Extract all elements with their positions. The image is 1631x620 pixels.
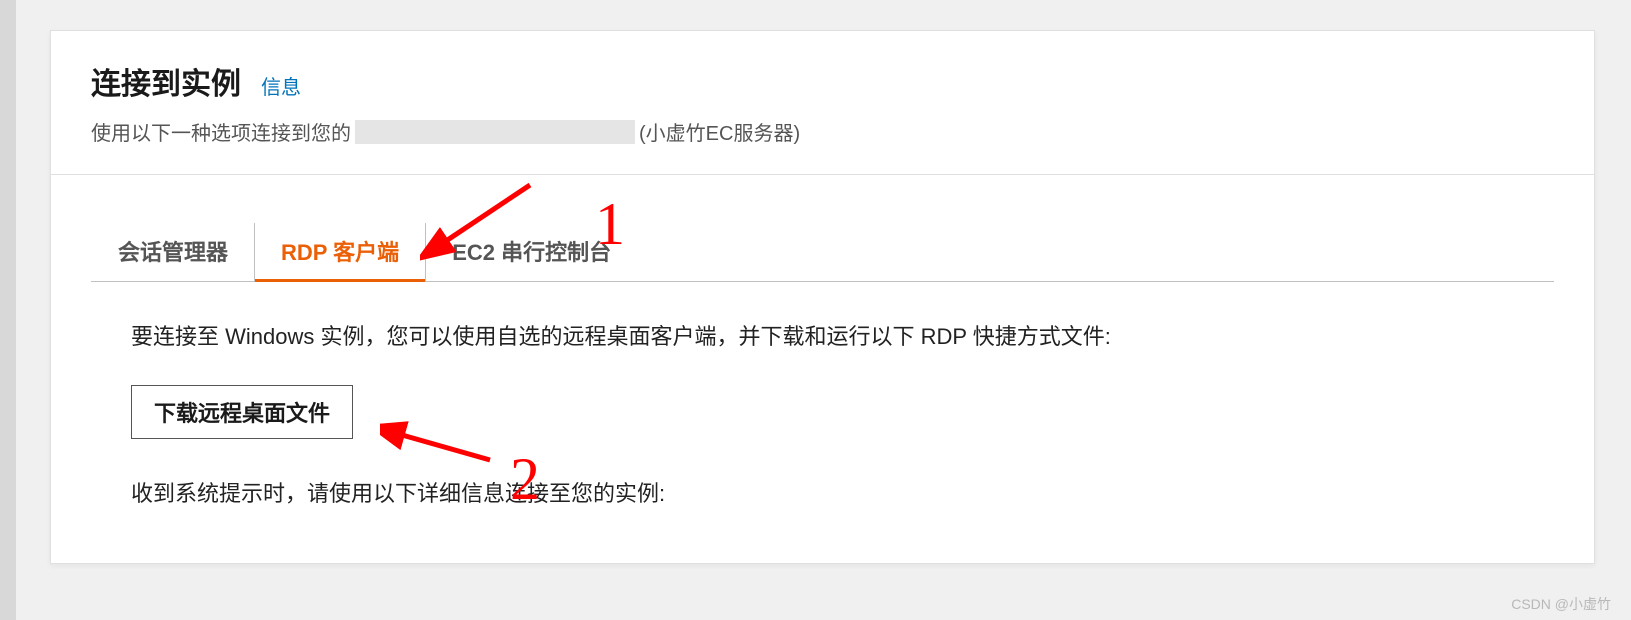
- panel-header: 连接到实例 信息 使用以下一种选项连接到您的 (小虚竹EC服务器): [51, 31, 1594, 174]
- download-rdp-button[interactable]: 下载远程桌面文件: [131, 385, 353, 439]
- tab-content: 要连接至 Windows 实例，您可以使用自选的远程桌面客户端，并下载和运行以下…: [91, 282, 1554, 563]
- subtitle-prefix: 使用以下一种选项连接到您的: [91, 117, 351, 146]
- tabs-container: 会话管理器 RDP 客户端 EC2 串行控制台 要连接至 Windows 实例，…: [51, 174, 1594, 563]
- title-row: 连接到实例 信息: [91, 59, 1554, 103]
- subtitle-suffix: (小虚竹EC服务器): [639, 117, 800, 146]
- subtitle: 使用以下一种选项连接到您的 (小虚竹EC服务器): [91, 117, 1554, 146]
- tab-session-manager[interactable]: 会话管理器: [91, 223, 254, 281]
- left-sidebar-strip: [0, 0, 16, 620]
- instructions-text: 要连接至 Windows 实例，您可以使用自选的远程桌面客户端，并下载和运行以下…: [131, 318, 1514, 355]
- watermark: CSDN @小虚竹: [1511, 594, 1611, 614]
- info-link[interactable]: 信息: [261, 71, 301, 100]
- tab-rdp-client[interactable]: RDP 客户端: [254, 223, 425, 281]
- tab-serial-console[interactable]: EC2 串行控制台: [425, 223, 637, 281]
- instance-id-redacted: [355, 120, 635, 144]
- tabs: 会话管理器 RDP 客户端 EC2 串行控制台: [91, 223, 1554, 282]
- prompt-text: 收到系统提示时，请使用以下详细信息连接至您的实例:: [131, 475, 1514, 512]
- connect-panel: 连接到实例 信息 使用以下一种选项连接到您的 (小虚竹EC服务器) 会话管理器 …: [50, 30, 1595, 564]
- page-title: 连接到实例: [91, 59, 241, 103]
